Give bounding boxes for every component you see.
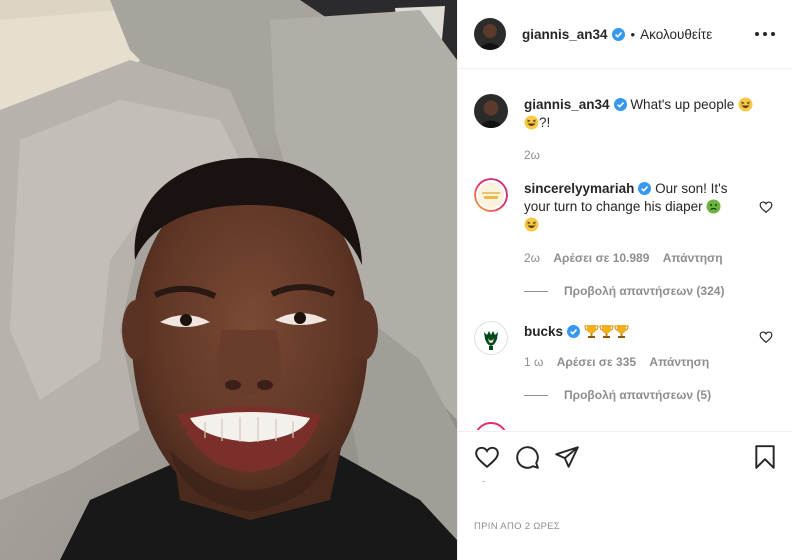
post-side-panel: giannis_an34 • Ακολουθείτε giannis_an34 … (457, 0, 792, 560)
comment-text: sincerelyymariah Our son! It's your turn… (524, 180, 754, 234)
commenter-avatar[interactable] (474, 178, 508, 212)
share-icon[interactable] (554, 444, 580, 470)
comment-time[interactable]: 1 ω (524, 355, 543, 369)
view-replies-button[interactable]: Προβολή απαντήσεων (5) (524, 388, 711, 402)
verified-badge-icon (613, 98, 627, 111)
verified-badge-icon (638, 182, 652, 195)
following-button[interactable]: Ακολουθείτε (640, 27, 712, 42)
comment-time[interactable]: 2ω (524, 251, 540, 265)
caption-suffix: ?! (539, 115, 551, 130)
comment-meta: 2ω Αρέσει σε 10.989 Απάντηση (524, 251, 733, 265)
comments-section[interactable]: giannis_an34 What's up people ?! 2ω sinc… (458, 70, 792, 430)
post-photo[interactable] (0, 0, 457, 560)
comment-likes[interactable]: Αρέσει σε 335 (557, 355, 636, 369)
grinning-squinting-face-icon (738, 97, 753, 112)
view-replies-label: Προβολή απαντήσεων (324) (564, 284, 725, 298)
nauseated-face-icon (706, 199, 721, 214)
trophy-icon (614, 324, 629, 339)
comment-icon[interactable] (514, 444, 540, 470)
trophy-icon (584, 324, 599, 339)
post-timestamp[interactable]: ΠΡΙΝ ΑΠΟ 2 ΩΡΕΣ (474, 521, 560, 532)
post-actions-bar (458, 431, 792, 483)
caption-meta: 2ω (524, 148, 550, 162)
comment-meta: 1 ω Αρέσει σε 335 Απάντηση (524, 355, 719, 369)
caption-avatar[interactable] (474, 94, 508, 128)
likes-placeholder (482, 481, 485, 482)
caption-time[interactable]: 2ω (524, 148, 540, 162)
reply-button[interactable]: Απάντηση (649, 355, 709, 369)
grinning-squinting-face-icon (524, 115, 539, 130)
selfie-image (0, 0, 457, 560)
bookmark-icon[interactable] (752, 444, 778, 470)
replies-divider (524, 290, 548, 292)
caption-text: giannis_an34 What's up people ?! (524, 96, 754, 132)
separator-dot: • (630, 26, 636, 42)
replies-divider (524, 394, 548, 396)
author-avatar[interactable] (474, 18, 506, 50)
trophy-icon (599, 324, 614, 339)
commenter-avatar[interactable] (474, 321, 508, 355)
view-replies-label: Προβολή απαντήσεων (5) (564, 388, 712, 402)
grinning-squinting-face-icon (524, 217, 539, 232)
comment-like-heart-icon[interactable] (759, 330, 773, 344)
author-username[interactable]: giannis_an34 (522, 27, 608, 42)
comment-likes[interactable]: Αρέσει σε 10.989 (553, 251, 649, 265)
commenter-username[interactable]: sincerelyymariah (524, 181, 634, 196)
next-commenter-avatar[interactable] (474, 422, 508, 430)
caption-message: What's up people (630, 97, 735, 112)
post-header: giannis_an34 • Ακολουθείτε (458, 0, 792, 69)
commenter-username[interactable]: bucks (524, 324, 563, 339)
view-replies-button[interactable]: Προβολή απαντήσεων (324) (524, 284, 724, 298)
caption-username[interactable]: giannis_an34 (524, 97, 610, 112)
more-options-icon[interactable] (755, 24, 775, 44)
reply-button[interactable]: Απάντηση (663, 251, 723, 265)
comment-like-heart-icon[interactable] (759, 200, 773, 214)
verified-badge-icon (611, 27, 625, 41)
verified-badge-icon (567, 325, 581, 338)
comment-text: bucks (524, 323, 754, 341)
heart-icon[interactable] (474, 444, 500, 470)
